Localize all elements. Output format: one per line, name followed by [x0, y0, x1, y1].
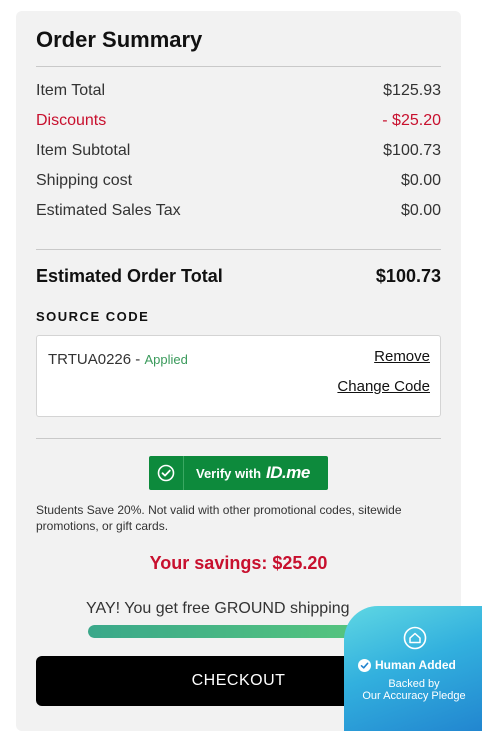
remove-code-link[interactable]: Remove	[374, 348, 430, 365]
divider	[36, 66, 441, 67]
item-subtotal-value: $100.73	[383, 142, 441, 159]
discounts-label: Discounts	[36, 112, 107, 129]
shipping-cost-label: Shipping cost	[36, 172, 133, 189]
idme-label: Verify with	[196, 466, 262, 481]
item-subtotal-row: Item Subtotal $100.73	[36, 142, 441, 160]
source-code-box: TRTUA0226 - Applied Remove Change Code	[36, 335, 441, 417]
item-total-label: Item Total	[36, 82, 106, 99]
change-code-link[interactable]: Change Code	[337, 378, 430, 395]
order-summary-title: Order Summary	[36, 27, 203, 52]
order-total-label: Estimated Order Total	[36, 266, 223, 286]
divider	[36, 438, 441, 439]
savings-text: Your savings: $25.20	[149, 553, 328, 573]
source-code-value: TRTUA0226	[48, 351, 132, 368]
student-discount-note: Students Save 20%. Not valid with other …	[36, 503, 402, 533]
order-total-row: Estimated Order Total $100.73	[36, 266, 441, 287]
item-subtotal-label: Item Subtotal	[36, 142, 131, 159]
sales-tax-row: Estimated Sales Tax $0.00	[36, 202, 441, 220]
discounts-value: - $25.20	[382, 112, 441, 129]
discounts-row: Discounts - $25.20	[36, 112, 441, 130]
code-separator: -	[131, 351, 145, 368]
shipping-cost-value: $0.00	[400, 172, 441, 189]
divider	[36, 249, 441, 250]
home-shield-icon	[403, 626, 427, 650]
check-badge-icon	[358, 658, 371, 672]
human-added-label: Human Added	[375, 658, 456, 672]
source-code-heading: SOURCE CODE	[36, 309, 150, 324]
item-total-row: Item Total $125.93	[36, 82, 441, 100]
accuracy-pledge-label: Our Accuracy Pledge	[362, 690, 466, 702]
applied-code-line: TRTUA0226 - Applied	[48, 351, 188, 368]
sales-tax-value: $0.00	[400, 202, 441, 219]
order-total-value: $100.73	[375, 266, 441, 286]
accuracy-pledge-badge[interactable]: Human Added Backed by Our Accuracy Pledg…	[344, 606, 482, 731]
applied-status: Applied	[144, 352, 188, 367]
shipping-cost-row: Shipping cost $0.00	[36, 172, 441, 190]
free-shipping-message: YAY! You get free GROUND shipping	[86, 600, 350, 617]
item-total-value: $125.93	[383, 82, 441, 99]
sales-tax-label: Estimated Sales Tax	[36, 202, 181, 219]
accuracy-pledge-text: Backed by Our Accuracy Pledge	[344, 678, 482, 702]
human-added-title-row: Human Added	[358, 658, 456, 672]
backed-by-label: Backed by	[388, 678, 440, 690]
verify-idme-button[interactable]: Verify with ID.me	[149, 456, 328, 490]
idme-logo: ID.me	[266, 463, 310, 482]
check-circle-icon	[149, 456, 184, 490]
